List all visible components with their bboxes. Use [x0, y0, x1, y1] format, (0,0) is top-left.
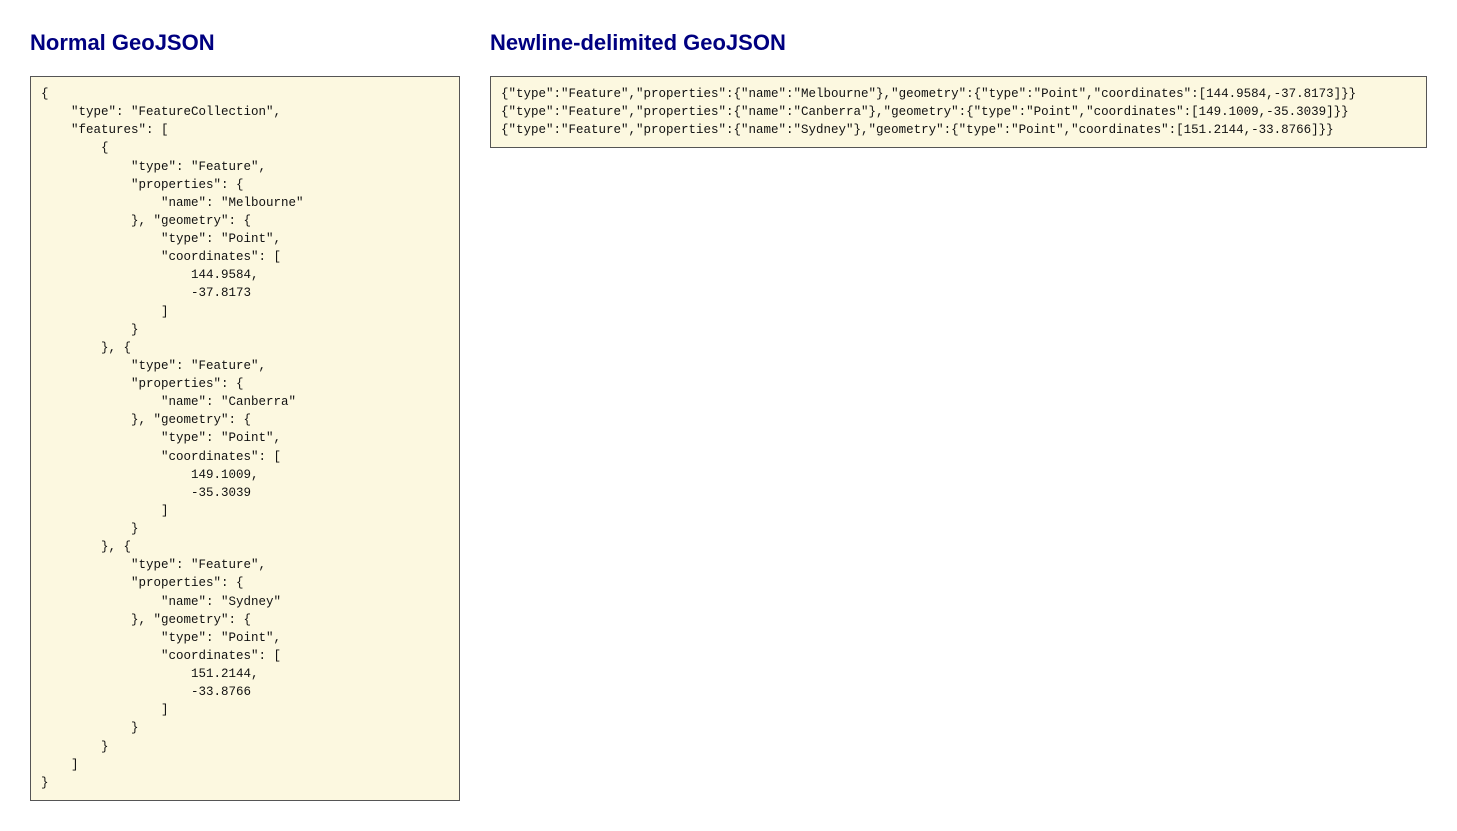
- right-column: Newline-delimited GeoJSON {"type":"Featu…: [490, 30, 1427, 148]
- left-column: Normal GeoJSON { "type": "FeatureCollect…: [30, 30, 460, 801]
- ndjson-code: {"type":"Feature","properties":{"name":"…: [490, 76, 1427, 148]
- normal-geojson-code: { "type": "FeatureCollection", "features…: [30, 76, 460, 801]
- comparison-container: Normal GeoJSON { "type": "FeatureCollect…: [30, 30, 1427, 801]
- ndjson-heading: Newline-delimited GeoJSON: [490, 30, 1427, 56]
- normal-geojson-heading: Normal GeoJSON: [30, 30, 460, 56]
